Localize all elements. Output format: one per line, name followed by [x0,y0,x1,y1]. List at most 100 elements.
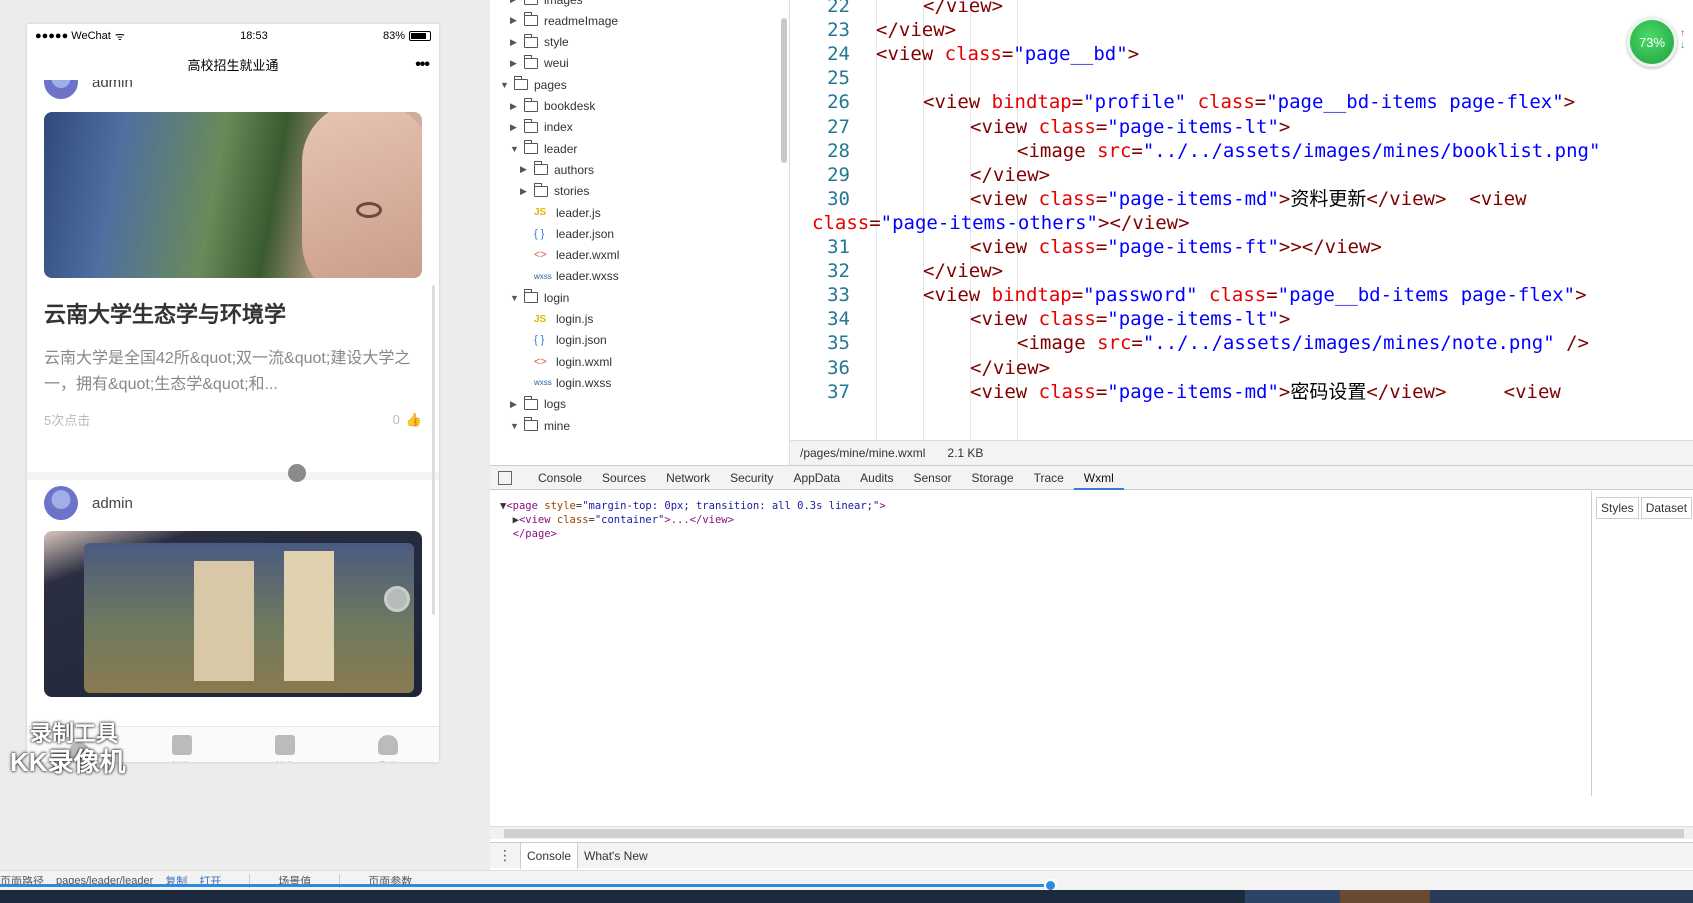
code-token: <view [970,380,1039,403]
taskbar-item[interactable] [1340,890,1430,903]
code-line[interactable]: 27 <view class="page-items-lt"> [790,114,1290,140]
code-line[interactable]: 25 [790,65,850,91]
code-line[interactable]: 26 <view bindtap="profile" class="page__b… [790,89,1575,115]
code-token: <view [876,43,945,66]
wxss-file-icon: wxss [534,271,552,281]
tab-admissions[interactable]: 招生 [130,727,233,762]
caret-right-icon[interactable]: ▶ [520,186,528,197]
code-token: "password" [1083,284,1198,307]
horizontal-scrollbar[interactable] [490,826,1693,839]
tree-folder[interactable]: ▼ pages [500,73,567,96]
code-line[interactable]: 37 <view class="page-items-md">密码设置</view… [790,379,1561,405]
drawer-tab-console[interactable]: Console [520,842,579,869]
code-line[interactable]: 28 <image src="../../assets/images/mines/… [790,138,1600,164]
video-progress-bar[interactable] [0,879,1693,892]
performance-badge[interactable]: 73% [1627,17,1677,67]
code-line[interactable]: 23 </view> [790,17,956,43]
devtools-tab-security[interactable]: Security [720,466,783,490]
tree-folder[interactable]: ▼ login [510,286,569,309]
tree-folder[interactable]: ▶ stories [520,180,589,203]
code-line[interactable]: class="page-items-others"></view> [790,210,1190,236]
caret-right-icon[interactable]: ▶ [510,37,518,48]
line-number: 35 [827,332,850,355]
code-line[interactable]: 35 <image src="../../assets/images/mines/… [790,330,1589,356]
article-card[interactable]: admin [27,485,439,697]
tree-item-label: login.wxss [556,375,612,390]
article-cover-image[interactable] [44,112,422,278]
code-token: > [1563,91,1576,114]
tree-folder[interactable]: ▼ leader [510,137,577,160]
caret-right-icon[interactable]: ▶ [510,122,518,133]
code-line[interactable]: 34 <view class="page-items-lt"> [790,306,1290,332]
code-line[interactable]: 31 <view class="page-items-ft">></view> [790,234,1382,260]
tree-file[interactable]: <> leader.wxml [520,244,619,267]
tree-file[interactable]: wxss leader.wxss [520,265,619,288]
tree-folder[interactable]: ▶ bookdesk [510,95,595,118]
code-line[interactable]: 29 </view> [790,162,1050,188]
tree-folder[interactable]: ▼ mine [510,414,570,437]
article-cover-image[interactable] [44,531,422,697]
taskbar-item[interactable] [1245,890,1340,903]
tab-styles[interactable]: Styles [1596,497,1639,519]
dom-node-view[interactable]: ▶<view class="container">...</view> [500,513,1580,527]
devtools-tab-console[interactable]: Console [528,466,592,490]
thumbs-up-icon: 👍 [405,411,422,427]
caret-down-icon[interactable]: ▼ [510,421,519,431]
caret-right-icon[interactable]: ▶ [510,101,518,112]
tree-file[interactable]: JS leader.js [520,201,601,224]
devtools-tab-audits[interactable]: Audits [850,466,903,490]
file-explorer-scrollbar[interactable] [781,18,787,163]
article-feed[interactable]: admin 云南大学生态学与环境学 云南大学是全国42所&quot;双一流&qu… [27,80,439,726]
code-line[interactable]: 30 <view class="page-items-md">资料更新</view… [790,186,1526,212]
tree-file[interactable]: wxss login.wxss [520,371,611,394]
devtools-tab-storage[interactable]: Storage [962,466,1024,490]
tree-file[interactable]: JS login.js [520,308,593,331]
code-line[interactable]: 33 <view bindtap="password" class="page__… [790,282,1586,308]
wxml-tree[interactable]: ▼<page style="margin-top: 0px; transitio… [490,491,1590,796]
caret-right-icon[interactable]: ▶ [510,15,518,26]
tree-file[interactable]: { } login.json [520,329,607,352]
devtools-tab-sensor[interactable]: Sensor [904,466,962,490]
caret-right-icon[interactable]: ▶ [510,58,518,69]
devtools-tab-wxml[interactable]: Wxml [1073,466,1124,490]
caret-down-icon[interactable]: ▼ [510,144,519,154]
tab-employment[interactable]: 就业 [233,727,336,762]
tree-folder[interactable]: ▶ readmeImage [510,9,618,32]
devtools-tab-trace[interactable]: Trace [1024,466,1074,490]
tree-file[interactable]: <> login.wxml [520,350,612,373]
devtools-tab-appdata[interactable]: AppData [783,466,850,490]
scrollbar-thumb[interactable] [504,829,1684,838]
drawer-menu-icon[interactable]: ⋮ [490,847,520,864]
tree-folder[interactable]: ▶ index [510,116,573,139]
code-line[interactable]: 24 <view class="page__bd"> [790,41,1139,67]
caret-right-icon[interactable]: ▶ [510,0,518,5]
caret-right-icon[interactable]: ▶ [520,164,528,175]
code-line[interactable]: 32 </view> [790,258,1003,284]
caret-right-icon[interactable]: ▶ [510,399,518,410]
caret-down-icon[interactable]: ▼ [510,293,519,303]
code-line[interactable]: 36 </view> [790,355,1050,381]
more-menu-icon[interactable]: ••• [415,56,430,74]
dom-node-page[interactable]: ▼<page style="margin-top: 0px; transitio… [500,499,1580,513]
devtools-tab-network[interactable]: Network [656,466,720,490]
taskbar-item[interactable] [1430,890,1693,903]
code-editor[interactable]: 22 </view> 23 </view> 24 <view class="page__b… [790,0,1693,440]
tree-folder[interactable]: ▶ authors [520,158,594,181]
like-button[interactable]: 0 👍 [393,410,422,429]
tree-folder[interactable]: ▶ style [510,31,569,54]
inspect-element-icon[interactable] [498,470,512,485]
tree-folder[interactable]: ▶ weui [510,52,569,75]
tree-folder[interactable]: ▶ logs [510,393,566,416]
article-card[interactable]: admin 云南大学生态学与环境学 云南大学是全国42所&quot;双一流&qu… [27,80,439,429]
file-explorer: ▶ images ▶ readmeImage ▶ style ▶ weui ▼ pages ▶ boo… [490,0,790,465]
tab-dataset[interactable]: Dataset [1640,497,1693,519]
devtools-tab-sources[interactable]: Sources [592,466,656,490]
drawer-tab-whats-new[interactable]: What's New [578,843,654,869]
simulator-scrollbar[interactable] [432,285,435,615]
tab-mine[interactable]: 我的 [336,727,439,762]
caret-down-icon[interactable]: ▼ [500,80,509,90]
article-title[interactable]: 云南大学生态学与环境学 [44,300,422,330]
line-number: 26 [827,91,850,114]
wifi-icon: ᯤ [114,30,125,43]
tree-file[interactable]: { } leader.json [520,222,614,245]
